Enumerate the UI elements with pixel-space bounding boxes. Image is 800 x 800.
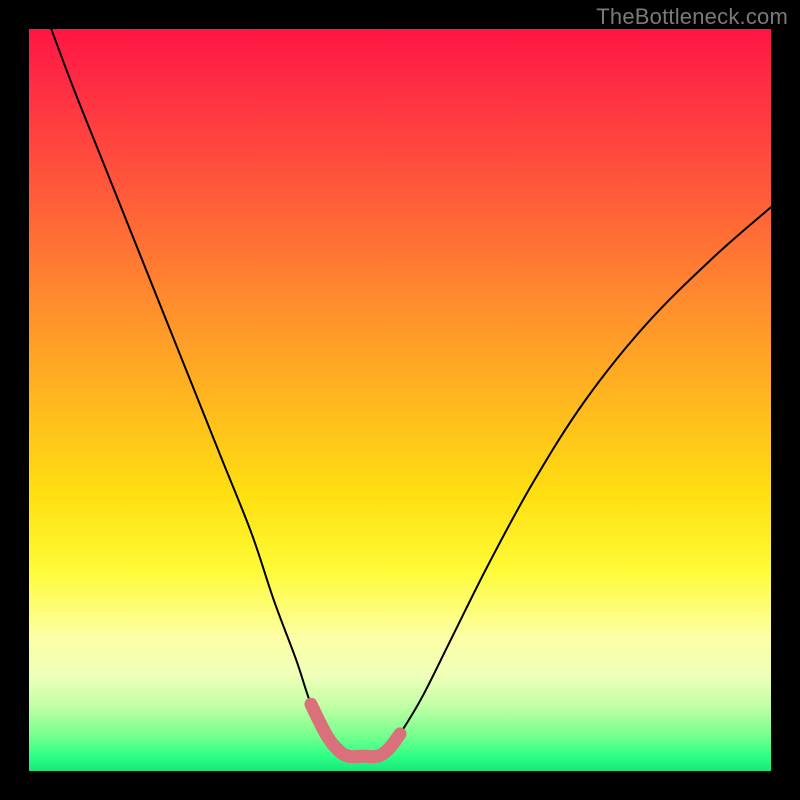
optimal-zone-highlight-path xyxy=(311,704,400,757)
chart-frame: TheBottleneck.com xyxy=(0,0,800,800)
chart-svg xyxy=(29,29,771,771)
bottleneck-curve-path xyxy=(51,29,771,757)
plot-area xyxy=(29,29,771,771)
watermark-text: TheBottleneck.com xyxy=(596,4,788,30)
